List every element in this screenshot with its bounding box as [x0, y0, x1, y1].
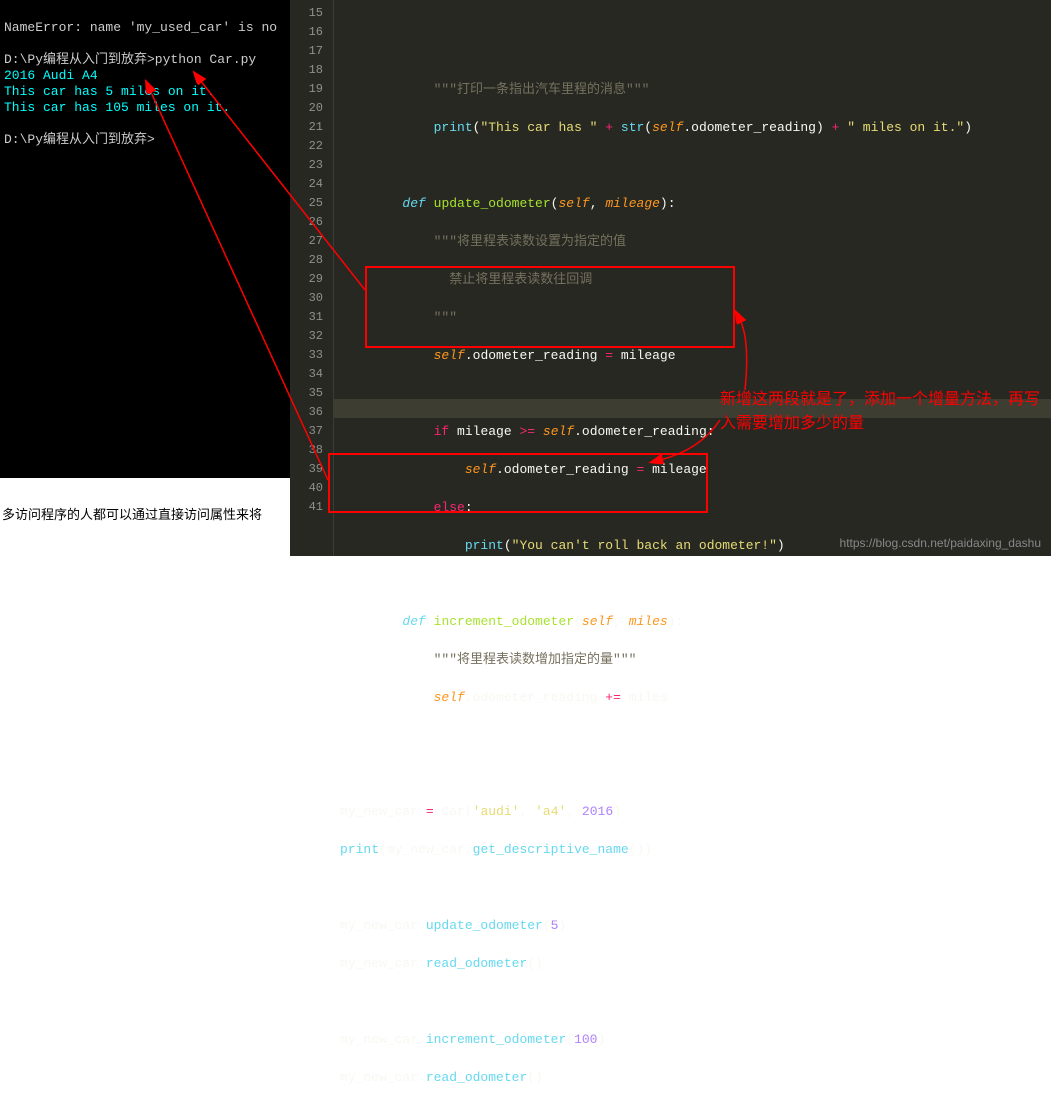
line-number: 28 — [290, 251, 323, 270]
line-number: 32 — [290, 327, 323, 346]
line-number: 21 — [290, 118, 323, 137]
line-number: 26 — [290, 213, 323, 232]
line-number: 30 — [290, 289, 323, 308]
line-number: 31 — [290, 308, 323, 327]
terminal-panel[interactable]: NameError: name 'my_used_car' is no D:\P… — [0, 0, 290, 478]
terminal-output-1: 2016 Audi A4 — [4, 68, 98, 83]
line-number: 16 — [290, 23, 323, 42]
line-number: 36 — [290, 403, 323, 422]
line-number: 23 — [290, 156, 323, 175]
line-number: 25 — [290, 194, 323, 213]
line-number: 37 — [290, 422, 323, 441]
terminal-output-2: This car has 5 miles on it. — [4, 84, 215, 99]
line-number: 41 — [290, 498, 323, 517]
highlight-box-1 — [365, 266, 735, 348]
line-number: 34 — [290, 365, 323, 384]
annotation-text: 新增这两段就是了，添加一个增量方法，再写入需要增加多少的量 — [720, 388, 1040, 436]
line-number: 17 — [290, 42, 323, 61]
line-number: 20 — [290, 99, 323, 118]
line-number: 18 — [290, 61, 323, 80]
line-number: 38 — [290, 441, 323, 460]
watermark: https://blog.csdn.net/paidaxing_dashu — [840, 536, 1041, 550]
terminal-prompt-2: D:\Py编程从入门到放弃> — [4, 132, 155, 147]
line-number: 15 — [290, 4, 323, 23]
line-number: 35 — [290, 384, 323, 403]
line-number: 39 — [290, 460, 323, 479]
line-number: 24 — [290, 175, 323, 194]
line-number: 19 — [290, 80, 323, 99]
code-line: """打印一条指出汽车里程的消息""" — [434, 82, 650, 97]
line-number: 29 — [290, 270, 323, 289]
line-number: 22 — [290, 137, 323, 156]
line-number: 40 — [290, 479, 323, 498]
caption-text: 多访问程序的人都可以通过直接访问属性来将 — [0, 500, 290, 527]
line-number: 27 — [290, 232, 323, 251]
line-number: 33 — [290, 346, 323, 365]
highlight-box-2 — [328, 453, 708, 513]
terminal-error: NameError: name 'my_used_car' is no — [4, 20, 277, 35]
terminal-output-3: This car has 105 miles on it. — [4, 100, 230, 115]
terminal-prompt-1: D:\Py编程从入门到放弃>python Car.py — [4, 52, 256, 67]
